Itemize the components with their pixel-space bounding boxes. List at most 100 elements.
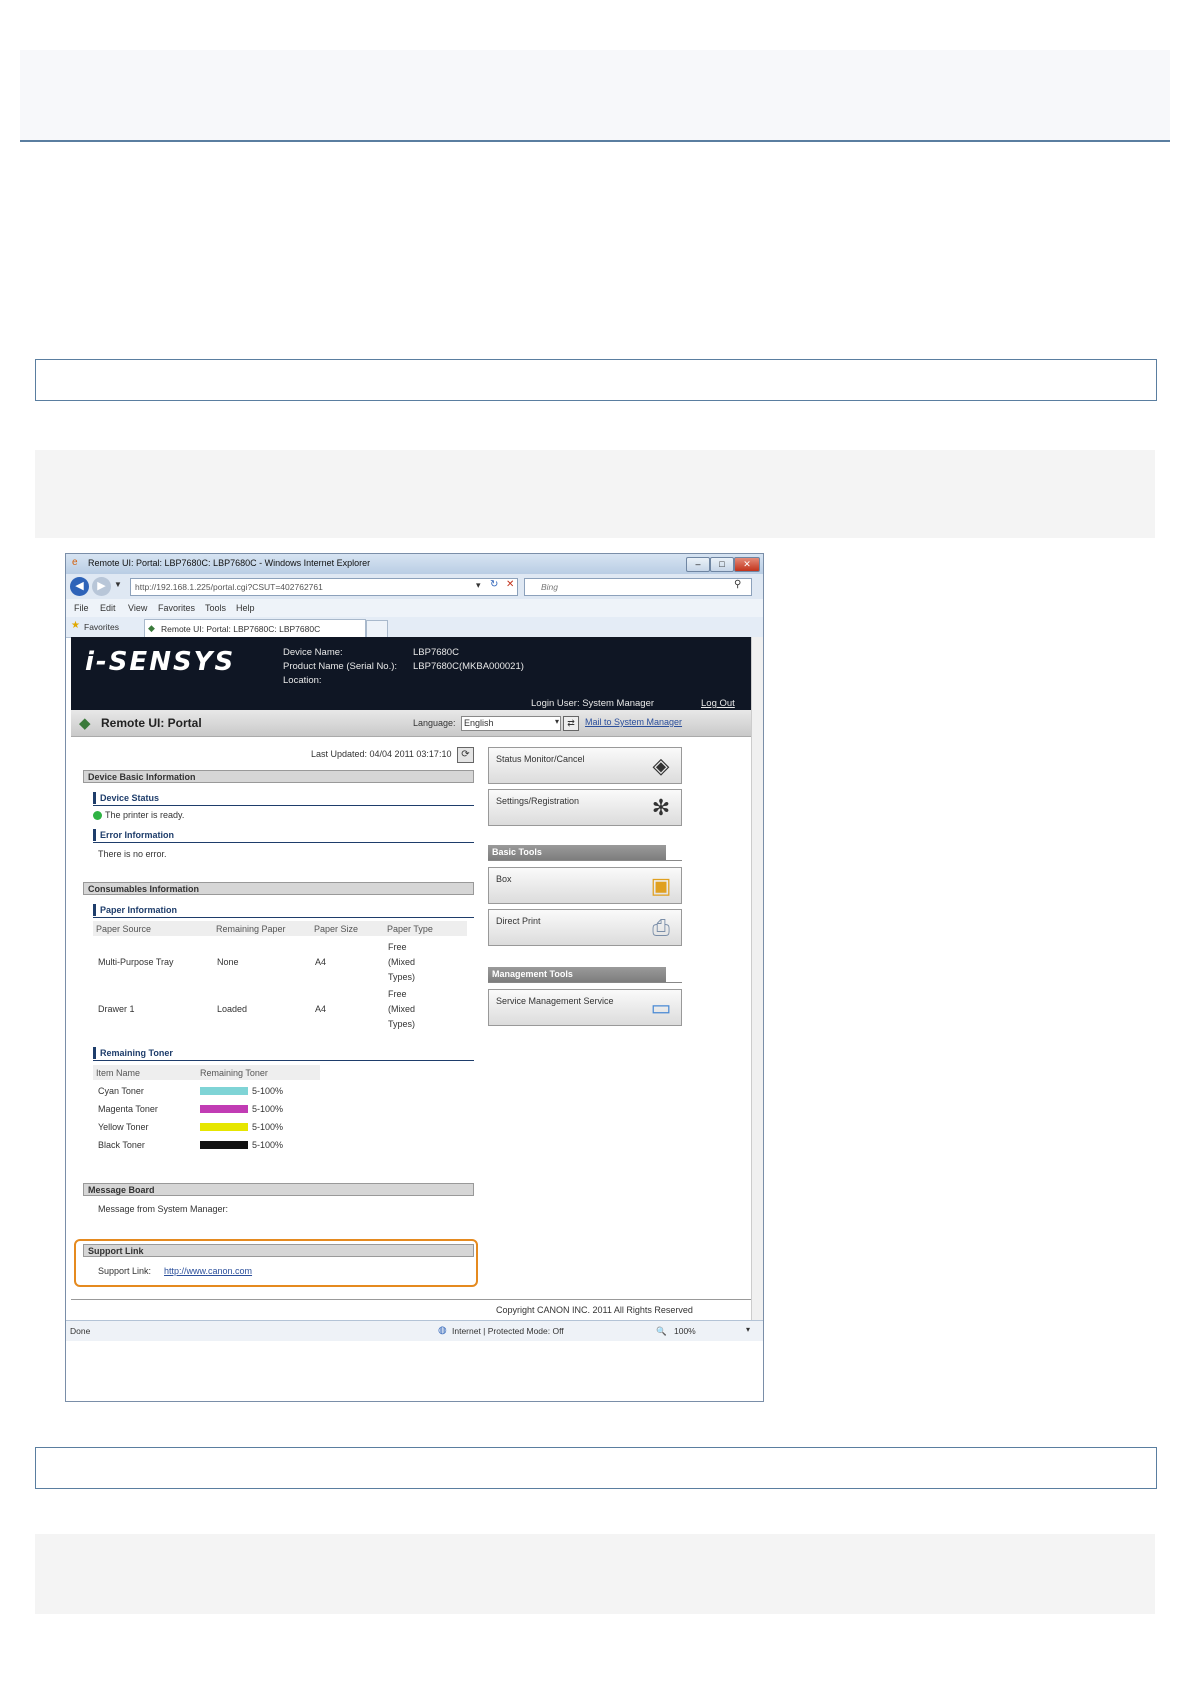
toner-row: Black Toner 5-100% [93, 1137, 320, 1155]
ie-icon: e [72, 557, 78, 568]
paper-size: A4 [315, 1004, 327, 1014]
browser-tab[interactable]: ◆ Remote UI: Portal: LBP7680C: LBP7680C [144, 619, 366, 638]
status-monitor-button[interactable]: Status Monitor/Cancel ◈ [488, 747, 682, 784]
address-dropdown-icon[interactable]: ▾ [476, 580, 481, 591]
service-management-label: Service Management Service [496, 996, 614, 1006]
box-label: Box [496, 874, 512, 884]
product-name-value: LBP7680C(MKBA000021) [413, 661, 524, 672]
portal-bar: ◆ Remote UI: Portal Language: English ▾ … [71, 710, 751, 737]
black-toner-bar [200, 1141, 248, 1149]
col-paper-size: Paper Size [314, 924, 359, 934]
toner-row: Yellow Toner 5-100% [93, 1119, 320, 1137]
table-row: Multi-Purpose Tray None A4 Free (Mixed T… [93, 939, 467, 985]
browser-window: e Remote UI: Portal: LBP7680C: LBP7680C … [65, 553, 764, 1402]
menu-favorites[interactable]: Favorites [158, 603, 195, 613]
paper-source: Multi-Purpose Tray [98, 957, 174, 967]
refresh-button[interactable]: ⟳ [457, 747, 474, 763]
chevron-down-icon: ▾ [554, 717, 559, 726]
status-monitor-label: Status Monitor/Cancel [496, 754, 585, 764]
minimize-button[interactable]: – [686, 557, 710, 572]
back-button[interactable]: ◀ [70, 577, 89, 596]
menu-tools[interactable]: Tools [205, 603, 226, 613]
col-paper-type: Paper Type [387, 924, 433, 934]
col-remaining-toner: Remaining Toner [200, 1068, 268, 1078]
stop-icon[interactable]: ✕ [506, 579, 514, 590]
menu-file[interactable]: File [74, 603, 89, 613]
settings-registration-button[interactable]: Settings/Registration ✻ [488, 789, 682, 826]
favorites-bar: ★ Favorites ◆ Remote UI: Portal: LBP7680… [66, 617, 763, 638]
box-button[interactable]: Box ▣ [488, 867, 682, 904]
portal-title: Remote UI: Portal [101, 716, 202, 730]
search-input[interactable]: Bing [524, 578, 752, 596]
paper-remaining: None [217, 957, 239, 967]
toner-name: Black Toner [98, 1140, 145, 1150]
error-text: There is no error. [98, 849, 167, 859]
star-icon: ★ [71, 620, 80, 631]
browser-statusbar: Done ◍ Internet | Protected Mode: Off 🔍 … [66, 1320, 763, 1341]
language-apply-button[interactable]: ⇄ [563, 716, 579, 731]
maximize-button[interactable]: □ [710, 557, 734, 572]
footer-divider [71, 1299, 751, 1300]
cyan-toner-bar [200, 1087, 248, 1095]
last-updated: Last Updated: 04/04 2011 03:17:10 [311, 749, 452, 759]
search-icon[interactable]: ⚲ [734, 579, 741, 590]
service-management-button[interactable]: Service Management Service ▭ [488, 989, 682, 1026]
logout-link[interactable]: Log Out [701, 698, 735, 709]
refresh-icon[interactable]: ↻ [490, 579, 498, 590]
direct-print-button[interactable]: Direct Print ⎙ [488, 909, 682, 946]
tab-title: Remote UI: Portal: LBP7680C: LBP7680C [161, 624, 321, 634]
col-paper-source: Paper Source [96, 924, 152, 934]
mail-system-manager-link[interactable]: Mail to System Manager [585, 717, 682, 727]
device-status-heading: Device Status [93, 792, 159, 804]
security-zone: Internet | Protected Mode: Off [452, 1326, 564, 1336]
management-tools-heading: Management Tools [488, 967, 666, 982]
message-board-heading: Message Board [83, 1183, 474, 1196]
address-bar[interactable]: http://192.168.1.225/portal.cgi?CSUT=402… [130, 578, 518, 596]
language-value: English [464, 718, 494, 728]
history-dropdown-icon[interactable]: ▼ [114, 580, 122, 589]
divider [93, 1060, 474, 1061]
scrollbar[interactable] [751, 637, 763, 1320]
section-bar-bottom [35, 1447, 1157, 1489]
paper-type-line: Types) [388, 972, 416, 982]
paper-source: Drawer 1 [98, 1004, 135, 1014]
divider [93, 842, 474, 843]
new-tab-button[interactable] [366, 620, 388, 637]
support-link-url[interactable]: http://www.canon.com [164, 1266, 252, 1276]
menu-view[interactable]: View [128, 603, 147, 613]
globe-icon: ◍ [438, 1325, 447, 1336]
paper-info-heading: Paper Information [93, 904, 177, 916]
menu-edit[interactable]: Edit [100, 603, 116, 613]
login-user: Login User: System Manager [531, 698, 655, 709]
paper-type-line: Free [388, 942, 407, 952]
paper-table-header: Paper Source Remaining Paper Paper Size … [93, 921, 467, 936]
support-link-heading: Support Link [83, 1244, 474, 1257]
grey-band-bottom [35, 1534, 1155, 1614]
language-select[interactable]: English ▾ [461, 716, 561, 731]
toner-value: 5-100% [252, 1104, 284, 1114]
toner-name: Cyan Toner [98, 1086, 144, 1096]
remote-ui-content: i-SENSYS Device Name: LBP7680C Product N… [71, 637, 751, 1320]
toner-table-header: Item Name Remaining Toner [93, 1065, 320, 1080]
device-basic-heading: Device Basic Information [83, 770, 474, 783]
paper-type-line: (Mixed [388, 957, 416, 967]
toner-name: Magenta Toner [98, 1104, 158, 1114]
zoom-level[interactable]: 100% [674, 1326, 696, 1336]
menu-help[interactable]: Help [236, 603, 255, 613]
zoom-icon[interactable]: 🔍 [656, 1326, 667, 1337]
box-icon: ▣ [650, 873, 672, 898]
toner-row: Magenta Toner 5-100% [93, 1101, 320, 1119]
consumables-heading: Consumables Information [83, 882, 474, 895]
close-window-button[interactable]: ✕ [734, 557, 760, 572]
isensys-logo: i-SENSYS [85, 647, 236, 677]
window-title: Remote UI: Portal: LBP7680C: LBP7680C - … [88, 558, 371, 568]
toner-value: 5-100% [252, 1140, 284, 1150]
portal-favicon: ◆ [148, 623, 155, 633]
zoom-dropdown-icon[interactable]: ▾ [746, 1325, 750, 1334]
product-name-label: Product Name (Serial No.): [283, 661, 398, 672]
grey-band-top [35, 450, 1155, 538]
section-bar-top [35, 359, 1157, 401]
favorites-button[interactable]: Favorites [84, 622, 119, 632]
message-board-text: Message from System Manager: [98, 1204, 229, 1214]
forward-button[interactable]: ▶ [92, 577, 111, 596]
